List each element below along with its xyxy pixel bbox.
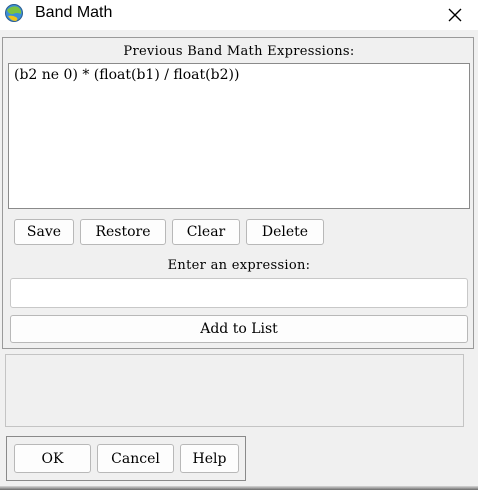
delete-button[interactable]: Delete	[246, 219, 324, 245]
previous-expressions-label: Previous Band Math Expressions:	[123, 44, 355, 59]
add-to-list-button[interactable]: Add to List	[10, 315, 468, 343]
list-item[interactable]: (b2 ne 0) * (float(b1) / float(b2))	[14, 67, 239, 83]
close-icon	[448, 8, 462, 22]
help-button[interactable]: Help	[180, 444, 239, 473]
save-button[interactable]: Save	[14, 219, 74, 245]
restore-button[interactable]: Restore	[80, 219, 166, 245]
close-button[interactable]	[432, 0, 478, 30]
envi-globe-icon	[5, 4, 23, 22]
expression-input[interactable]	[10, 278, 468, 308]
enter-expression-label: Enter an expression:	[167, 258, 311, 273]
status-area	[5, 354, 464, 427]
clear-button[interactable]: Clear	[172, 219, 240, 245]
title-bar: Band Math	[0, 0, 478, 30]
expression-list[interactable]: (b2 ne 0) * (float(b1) / float(b2))	[8, 63, 470, 209]
window-bottom-edge	[0, 486, 478, 490]
cancel-button[interactable]: Cancel	[97, 444, 174, 473]
window-title: Band Math	[35, 4, 113, 21]
ok-button[interactable]: OK	[14, 444, 91, 473]
